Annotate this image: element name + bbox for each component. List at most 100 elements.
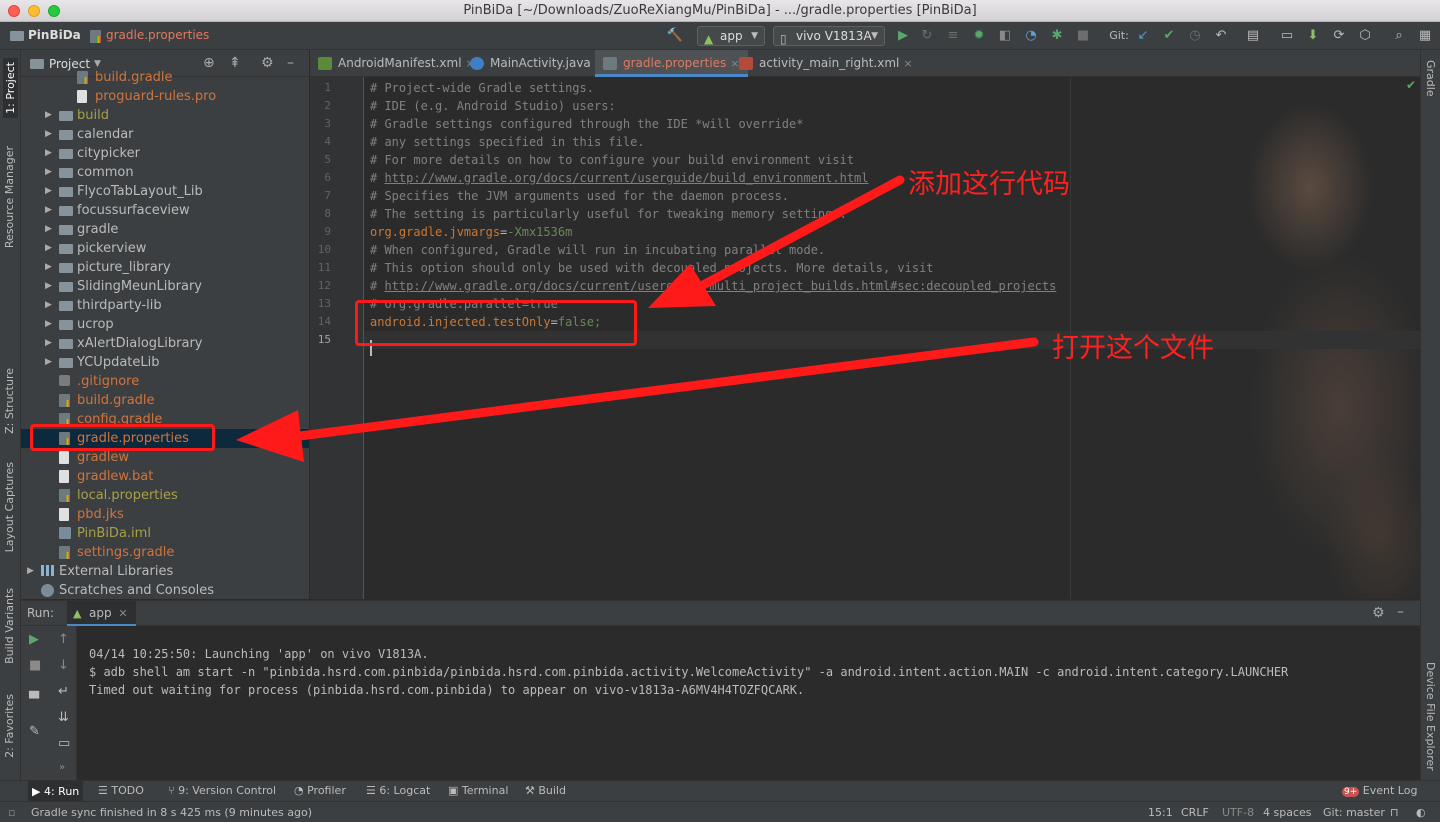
tool-tab-terminal[interactable]: ▣ Terminal (448, 784, 508, 797)
tree-item[interactable]: ▶ pickerview (21, 239, 309, 258)
soft-wrap-icon[interactable]: ↵ (58, 684, 69, 699)
code-token[interactable]: http://www.gradle.org/docs/current/userg… (384, 279, 1056, 293)
breadcrumb-project[interactable]: PinBiDa (28, 28, 81, 42)
tool-tab-run[interactable]: ▶ 4: Run (28, 781, 84, 802)
expand-arrow-icon[interactable]: ▶ (45, 106, 55, 125)
sdk-manager-icon[interactable]: ⬇ (1304, 27, 1322, 45)
tree-item[interactable]: build.gradle (21, 391, 309, 410)
tool-tab-device-file-explorer[interactable]: Device File Explorer (1424, 662, 1437, 771)
indent-setting[interactable]: 4 spaces (1263, 806, 1312, 819)
expand-arrow-icon[interactable]: ▶ (45, 220, 55, 239)
git-branch[interactable]: Git: master (1323, 806, 1385, 819)
expand-arrow-icon[interactable]: ▶ (45, 296, 55, 315)
tree-item[interactable]: Scratches and Consoles (21, 581, 309, 599)
git-rollback-icon[interactable]: ↶ (1212, 27, 1230, 45)
editor-tab[interactable]: AndroidManifest.xml× (310, 50, 483, 77)
pin-icon[interactable]: ✎ (29, 724, 40, 739)
rerun-icon[interactable]: ▶ (29, 632, 39, 647)
breadcrumb-file[interactable]: gradle.properties (106, 28, 209, 42)
tree-item[interactable]: local.properties (21, 486, 309, 505)
layout-inspector-icon[interactable]: ⬡ (1356, 27, 1374, 45)
status-message[interactable]: Gradle sync finished in 8 s 425 ms (9 mi… (31, 806, 312, 819)
tree-item[interactable]: ▶ citypicker (21, 144, 309, 163)
tool-tab-build[interactable]: ⚒ Build (525, 784, 566, 797)
status-toggle-icon[interactable]: ▫ (8, 806, 15, 819)
scroll-to-end-icon[interactable]: ⇊ (58, 710, 69, 725)
tool-tab-resource-manager[interactable]: Resource Manager (3, 146, 16, 248)
run-config-select[interactable]: ▲ app ▼ (697, 26, 765, 46)
tree-item[interactable]: ▶ External Libraries (21, 562, 309, 581)
hide-panel-icon[interactable]: – (1397, 604, 1404, 620)
make-project-icon[interactable]: 🔨 (666, 27, 684, 45)
expand-arrow-icon[interactable]: ▶ (45, 277, 55, 296)
code-token[interactable]: http://www.gradle.org/docs/current/userg… (384, 171, 868, 185)
device-select[interactable]: ▯ vivo V1813A ▼ (773, 26, 885, 46)
tool-tab-logcat[interactable]: ☰ 6: Logcat (366, 784, 430, 797)
git-history-icon[interactable]: ◷ (1186, 27, 1204, 45)
tool-tab-layout-captures[interactable]: Layout Captures (3, 462, 16, 552)
tool-tab-todo[interactable]: ☰ TODO (98, 784, 144, 797)
line-separator[interactable]: CRLF (1181, 806, 1209, 819)
editor-tab[interactable]: MainActivity.java× (462, 50, 612, 77)
stop-icon[interactable]: ■ (29, 658, 41, 673)
print-icon[interactable]: ▭ (58, 736, 70, 751)
git-commit-icon[interactable]: ✔ (1160, 27, 1178, 45)
tree-item[interactable]: build.gradle (21, 68, 309, 87)
tool-tab-event-log[interactable]: 9+ Event Log (1342, 784, 1417, 797)
tree-item[interactable]: ▶ picture_library (21, 258, 309, 277)
tree-item[interactable]: ▶ focussurfaceview (21, 201, 309, 220)
tool-tab-gradle[interactable]: Gradle (1424, 60, 1437, 97)
tool-tab-favorites[interactable]: 2: Favorites (3, 694, 16, 758)
tree-item[interactable]: ▶ thirdparty-lib (21, 296, 309, 315)
caret-position[interactable]: 15:1 (1148, 806, 1173, 819)
editor-tab[interactable]: gradle.properties × (595, 50, 748, 77)
layout-icon[interactable]: ▀ (29, 692, 39, 707)
tool-tab-project[interactable]: 1: Project (3, 58, 18, 118)
expand-arrow-icon[interactable]: ▶ (45, 353, 55, 372)
debug-icon[interactable]: ✹ (970, 27, 988, 45)
apply-changes-icon[interactable]: ↻ (918, 27, 936, 45)
coverage-icon[interactable]: ◧ (996, 27, 1014, 45)
tree-item[interactable]: ▶ gradle (21, 220, 309, 239)
attach-debugger-icon[interactable]: ✱ (1048, 27, 1066, 45)
stop-icon[interactable]: ■ (1074, 27, 1092, 45)
expand-arrow-icon[interactable]: ▶ (45, 182, 55, 201)
run-tab-app[interactable]: ▲ app ✕ (67, 601, 136, 626)
down-icon[interactable]: ↓ (58, 658, 69, 673)
tree-item[interactable]: ▶ ucrop (21, 315, 309, 334)
tool-tab-version-control[interactable]: ⑂ 9: Version Control (168, 784, 276, 797)
apply-code-icon[interactable]: ≡ (944, 27, 962, 45)
expand-arrow-icon[interactable]: ▶ (45, 315, 55, 334)
expand-arrow-icon[interactable]: ▶ (45, 144, 55, 163)
more-icon[interactable]: » (59, 762, 65, 773)
tree-item[interactable]: ▶ FlycoTabLayout_Lib (21, 182, 309, 201)
expand-arrow-icon[interactable]: ▶ (45, 334, 55, 353)
avd-manager-icon[interactable]: ▭ (1278, 27, 1296, 45)
sync-gradle-icon[interactable]: ⟳ (1330, 27, 1348, 45)
project-structure-icon[interactable]: ▤ (1244, 27, 1262, 45)
tree-item[interactable]: gradlew.bat (21, 467, 309, 486)
expand-arrow-icon[interactable]: ▶ (45, 201, 55, 220)
expand-arrow-icon[interactable]: ▶ (45, 125, 55, 144)
close-tab-icon[interactable]: × (903, 57, 912, 70)
up-icon[interactable]: ↑ (58, 632, 69, 647)
tree-item[interactable]: PinBiDa.iml (21, 524, 309, 543)
expand-arrow-icon[interactable]: ▶ (45, 258, 55, 277)
close-icon[interactable]: ✕ (118, 607, 127, 620)
settings-icon[interactable]: ▦ (1416, 27, 1434, 45)
tree-item[interactable]: pbd.jks (21, 505, 309, 524)
editor-tab[interactable]: activity_main_right.xml × (731, 50, 921, 77)
tree-item[interactable]: ▶ xAlertDialogLibrary (21, 334, 309, 353)
tool-tab-build-variants[interactable]: Build Variants (3, 588, 16, 664)
tree-item[interactable]: settings.gradle (21, 543, 309, 562)
tool-tab-profiler[interactable]: ◔ Profiler (294, 784, 346, 797)
expand-arrow-icon[interactable]: ▶ (45, 239, 55, 258)
file-encoding[interactable]: UTF-8 (1222, 806, 1254, 819)
tree-item[interactable]: .gitignore (21, 372, 309, 391)
expand-arrow-icon[interactable]: ▶ (45, 163, 55, 182)
tree-item[interactable]: ▶ calendar (21, 125, 309, 144)
expand-arrow-icon[interactable]: ▶ (27, 562, 37, 581)
run-icon[interactable]: ▶ (894, 27, 912, 45)
search-icon[interactable]: ⌕ (1390, 27, 1408, 45)
profile-icon[interactable]: ◔ (1022, 27, 1040, 45)
